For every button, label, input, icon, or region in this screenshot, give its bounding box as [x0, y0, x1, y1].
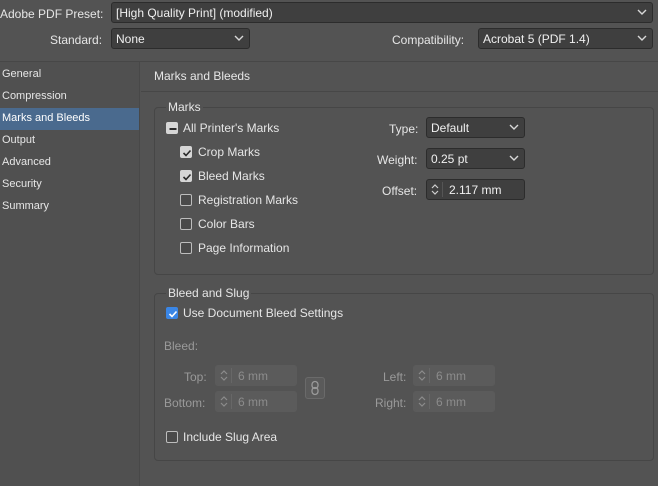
right-bleed-value: 6 mm [436, 395, 466, 409]
marks-group-title: Marks [166, 100, 203, 114]
include-slug-checkbox[interactable] [166, 431, 178, 443]
stepper-arrows-icon[interactable] [429, 181, 441, 198]
offset-stepper[interactable]: 2.117 mm [426, 179, 525, 200]
bottom-bleed-value: 6 mm [238, 395, 268, 409]
chain-link-icon[interactable] [305, 377, 325, 399]
right-label: Right: [375, 396, 407, 410]
use-document-bleed-checkbox[interactable] [166, 307, 178, 319]
offset-label: Offset: [382, 184, 418, 198]
bleed-marks-label: Bleed Marks [198, 169, 265, 183]
preset-select[interactable]: [High Quality Print] (modified) [111, 2, 653, 23]
stepper-arrows-icon[interactable] [416, 367, 428, 384]
sidebar-item-output[interactable]: Output [0, 130, 139, 152]
weight-label: Weight: [377, 153, 418, 167]
chevron-down-icon [234, 33, 244, 43]
top-bleed-stepper[interactable]: 6 mm [215, 365, 297, 386]
page-title: Marks and Bleeds [154, 69, 251, 83]
sidebar: General Compression Marks and Bleeds Out… [0, 62, 140, 486]
stepper-arrows-icon[interactable] [416, 393, 428, 410]
chevron-down-icon [509, 153, 519, 163]
stepper-separator [429, 394, 430, 409]
crop-marks-label: Crop Marks [198, 145, 261, 159]
stepper-arrows-icon[interactable] [218, 393, 230, 410]
type-select[interactable]: Default [426, 117, 525, 138]
color-bars-label: Color Bars [198, 217, 255, 231]
registration-marks-label: Registration Marks [198, 193, 299, 207]
weight-value: 0.25 pt [431, 152, 468, 166]
registration-marks-checkbox[interactable] [180, 194, 192, 206]
type-label: Type: [389, 122, 419, 136]
top-bleed-value: 6 mm [238, 369, 268, 383]
sidebar-item-security[interactable]: Security [0, 174, 139, 196]
stepper-separator [429, 368, 430, 383]
page-information-checkbox[interactable] [180, 242, 192, 254]
sidebar-item-marks-and-bleeds[interactable]: Marks and Bleeds [0, 108, 139, 130]
chevron-down-icon [637, 33, 647, 43]
chevron-down-icon [637, 7, 647, 17]
sidebar-item-compression[interactable]: Compression [0, 86, 139, 108]
standard-value: None [116, 32, 145, 46]
offset-value: 2.117 mm [449, 183, 502, 197]
sidebar-item-advanced[interactable]: Advanced [0, 152, 139, 174]
stepper-separator [231, 394, 232, 409]
chevron-down-icon [509, 122, 519, 132]
bottom-bleed-stepper[interactable]: 6 mm [215, 391, 297, 412]
page-information-label: Page Information [198, 241, 290, 255]
bleed-marks-checkbox[interactable] [180, 170, 192, 182]
preset-value: [High Quality Print] (modified) [116, 6, 273, 20]
standard-select[interactable]: None [111, 28, 250, 49]
left-bleed-stepper[interactable]: 6 mm [413, 365, 495, 386]
crop-marks-checkbox[interactable] [180, 146, 192, 158]
top-label: Top: [184, 370, 207, 384]
color-bars-checkbox[interactable] [180, 218, 192, 230]
weight-select[interactable]: 0.25 pt [426, 148, 525, 169]
bleed-slug-group-title: Bleed and Slug [166, 286, 252, 300]
all-printers-marks-checkbox[interactable] [166, 122, 178, 134]
all-printers-marks-label: All Printer's Marks [183, 121, 280, 135]
type-value: Default [431, 121, 470, 135]
bottom-label: Bottom: [164, 396, 206, 410]
bleed-label: Bleed: [164, 339, 199, 353]
title-divider [141, 91, 658, 92]
sidebar-item-summary[interactable]: Summary [0, 196, 139, 218]
compatibility-value: Acrobat 5 (PDF 1.4) [483, 32, 590, 46]
preset-label: Adobe PDF Preset: [0, 7, 104, 21]
right-bleed-stepper[interactable]: 6 mm [413, 391, 495, 412]
left-bleed-value: 6 mm [436, 369, 466, 383]
left-label: Left: [383, 370, 407, 384]
compatibility-select[interactable]: Acrobat 5 (PDF 1.4) [478, 28, 653, 49]
sidebar-item-general[interactable]: General [0, 64, 139, 86]
stepper-separator [231, 368, 232, 383]
stepper-separator [442, 182, 443, 197]
compatibility-label: Compatibility: [392, 33, 465, 47]
stepper-arrows-icon[interactable] [218, 367, 230, 384]
standard-label: Standard: [50, 33, 103, 47]
use-document-bleed-label: Use Document Bleed Settings [183, 306, 344, 320]
include-slug-label: Include Slug Area [183, 430, 278, 444]
